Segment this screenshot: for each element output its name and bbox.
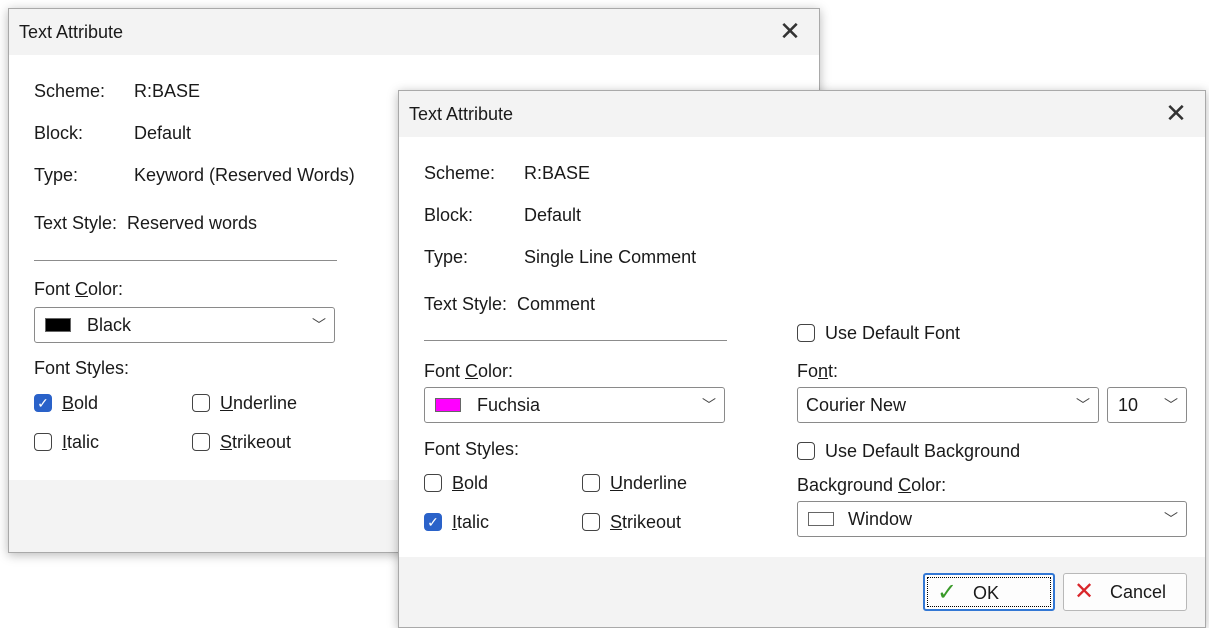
bold-label: Bold	[62, 393, 99, 413]
checkbox-box	[192, 394, 210, 412]
font-label: Font:	[797, 361, 839, 381]
dialog-title: Text Attribute	[409, 104, 514, 124]
font-name-dropdown[interactable]: Courier New ﹀	[797, 387, 1099, 423]
font-styles-label: Font Styles:	[34, 358, 130, 378]
chevron-down-icon: ﹀	[1076, 397, 1090, 413]
font-name-value: Courier New	[806, 395, 907, 415]
dialog-title: Text Attribute	[19, 22, 124, 42]
italic-label: Italic	[62, 432, 100, 452]
background-color-value: Window	[848, 509, 913, 529]
type-label: Type:	[424, 247, 469, 267]
separator	[424, 340, 727, 341]
checkbox-box	[424, 474, 442, 492]
block-label: Block:	[424, 205, 474, 225]
close-icon[interactable]: ✕	[775, 16, 805, 46]
font-size-value: 10	[1118, 395, 1139, 415]
text-style-label: Text Style:	[34, 213, 118, 233]
close-icon: ✕	[1074, 578, 1095, 605]
chevron-down-icon: ﹀	[1164, 511, 1178, 527]
checkbox-box	[582, 513, 600, 531]
scheme-value: R:BASE	[524, 163, 591, 183]
ok-label: OK	[973, 583, 1000, 603]
text-style-label: Text Style:	[424, 294, 508, 314]
block-value: Default	[524, 205, 582, 225]
separator	[34, 260, 337, 261]
block-value: Default	[134, 123, 192, 143]
type-value: Single Line Comment	[524, 247, 697, 267]
text-style-value: Reserved words	[127, 213, 258, 233]
color-swatch	[808, 512, 834, 526]
font-color-value: Black	[87, 315, 132, 335]
scheme-label: Scheme:	[34, 81, 106, 101]
checkmark-icon: ✓	[937, 579, 958, 606]
type-label: Type:	[34, 165, 79, 185]
bold-label: Bold	[452, 473, 489, 493]
checkbox-box	[192, 433, 210, 451]
background-color-dropdown[interactable]: Window ﹀	[797, 501, 1187, 537]
font-color-dropdown[interactable]: Fuchsia ﹀	[424, 387, 725, 423]
type-value: Keyword (Reserved Words)	[134, 165, 355, 185]
underline-label: Underline	[610, 473, 688, 493]
checkmark-icon: ✓	[424, 513, 442, 531]
color-swatch	[435, 398, 461, 412]
text-style-value: Comment	[517, 294, 596, 314]
close-icon[interactable]: ✕	[1161, 98, 1191, 128]
strikeout-label: Strikeout	[220, 432, 292, 452]
text-attribute-dialog-front: Text Attribute ✕ Scheme: R:BASE Block: D…	[398, 90, 1206, 628]
font-color-value: Fuchsia	[477, 395, 541, 415]
scheme-label: Scheme:	[424, 163, 496, 183]
chevron-down-icon: ﹀	[312, 317, 326, 333]
checkmark-icon: ✓	[34, 394, 52, 412]
button-bar: ✓ OK ✕ Cancel	[399, 557, 1205, 627]
checkbox-box	[582, 474, 600, 492]
chevron-down-icon: ﹀	[702, 397, 716, 413]
chevron-down-icon: ﹀	[1164, 397, 1178, 413]
underline-label: Underline	[220, 393, 298, 413]
use-default-background-label: Use Default Background	[825, 441, 1021, 461]
title-bar: Text Attribute ✕	[9, 9, 819, 55]
use-default-font-label: Use Default Font	[825, 323, 961, 343]
cancel-label: Cancel	[1110, 582, 1167, 602]
font-color-label: Font Color:	[34, 279, 124, 299]
font-color-dropdown[interactable]: Black ﹀	[34, 307, 335, 343]
strikeout-label: Strikeout	[610, 512, 682, 532]
scheme-value: R:BASE	[134, 81, 201, 101]
background-color-label: Background Color:	[797, 475, 947, 495]
color-swatch	[45, 318, 71, 332]
block-label: Block:	[34, 123, 84, 143]
checkbox-box	[797, 324, 815, 342]
font-color-label: Font Color:	[424, 361, 514, 381]
title-bar: Text Attribute ✕	[399, 91, 1205, 137]
italic-label: Italic	[452, 512, 490, 532]
cancel-button[interactable]: ✕ Cancel	[1063, 573, 1187, 611]
checkbox-box	[797, 442, 815, 460]
ok-button[interactable]: ✓ OK	[923, 573, 1055, 611]
font-size-dropdown[interactable]: 10 ﹀	[1107, 387, 1187, 423]
font-styles-label: Font Styles:	[424, 439, 520, 459]
checkbox-box	[34, 433, 52, 451]
